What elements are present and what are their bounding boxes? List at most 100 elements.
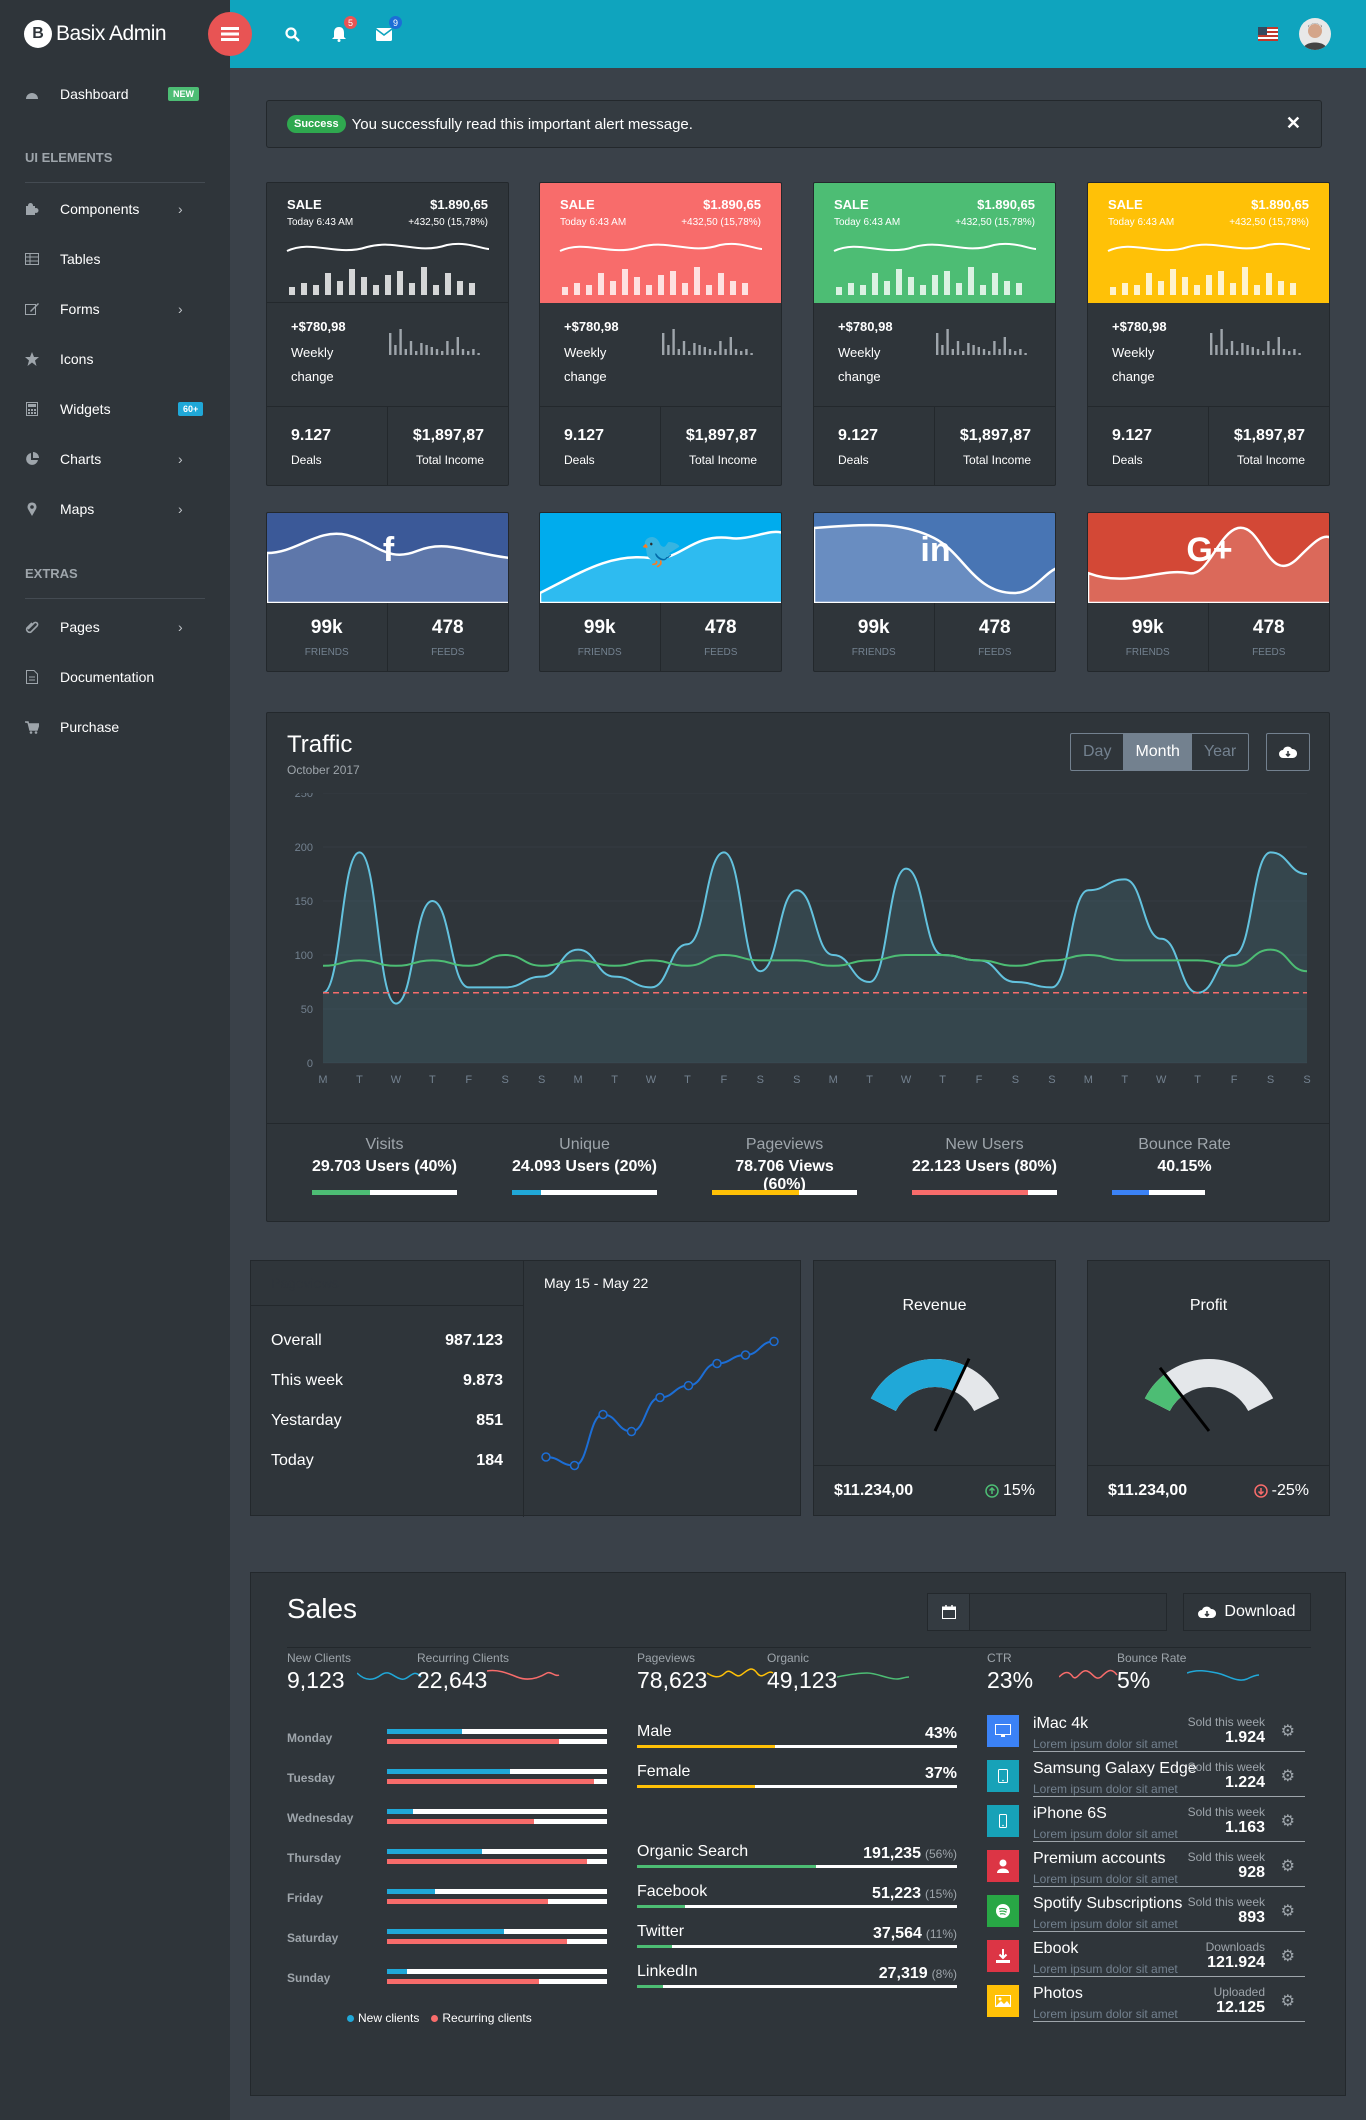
range-day-button[interactable]: Day: [1071, 734, 1123, 770]
bar: [932, 275, 938, 295]
pageviews-row: Yestarday 851: [271, 1401, 503, 1441]
language-flag-icon[interactable]: [1258, 27, 1278, 41]
map-marker-icon: [24, 501, 40, 517]
twitter-icon[interactable]: 🐦: [540, 531, 781, 571]
new-clients-bar: [387, 1969, 607, 1974]
income-value: $1,897,87: [1233, 427, 1305, 444]
bar: [469, 283, 475, 295]
sidebar-item-components[interactable]: Components ›: [0, 185, 230, 233]
weekly-label: Weekly change: [564, 345, 607, 384]
bar: [920, 285, 926, 295]
sidebar-item-documentation[interactable]: Documentation: [0, 653, 230, 701]
date-picker[interactable]: [927, 1593, 1167, 1631]
bar: [456, 337, 459, 355]
product-row[interactable]: Photos Lorem ipsum dolor sit amet Upload…: [987, 1983, 1307, 2027]
gear-icon[interactable]: ⚙: [1281, 1811, 1295, 1831]
row-value: 37,564: [872, 1925, 922, 1942]
stat-label: New Users: [945, 1136, 1024, 1153]
facebook-icon[interactable]: f: [267, 531, 508, 570]
search-icon[interactable]: [280, 22, 304, 46]
product-name: iMac 4k: [1033, 1715, 1089, 1732]
progress-fill: [637, 1945, 673, 1948]
progress-fill: [637, 1745, 775, 1748]
x-tick-label: S: [793, 1074, 800, 1086]
sidebar-item-icons[interactable]: Icons: [0, 335, 230, 383]
bar: [1262, 351, 1265, 355]
bar: [740, 351, 743, 355]
mail-icon[interactable]: 9: [372, 16, 402, 46]
gear-icon[interactable]: ⚙: [1281, 1946, 1295, 1966]
bar: [884, 281, 890, 295]
product-row[interactable]: Samsung Galaxy Edge Lorem ipsum dolor si…: [987, 1758, 1307, 1802]
close-icon[interactable]: ✕: [1286, 113, 1301, 134]
sidebar-item-forms[interactable]: Forms ›: [0, 285, 230, 333]
section-extras: EXTRAS: [25, 566, 78, 581]
gear-icon[interactable]: ⚙: [1281, 1991, 1295, 2011]
feeds-label: FEEDS: [978, 647, 1012, 658]
product-name: Ebook: [1033, 1940, 1079, 1957]
gear-icon[interactable]: ⚙: [1281, 1901, 1295, 1921]
product-meta: Sold this week: [1187, 1850, 1265, 1864]
bar: [1220, 329, 1223, 355]
day-label: Thursday: [287, 1851, 342, 1865]
product-row[interactable]: iPhone 6S Lorem ipsum dolor sit amet Sol…: [987, 1803, 1307, 1847]
bar: [457, 281, 463, 295]
sidebar-item-dashboard[interactable]: Dashboard NEW: [0, 70, 230, 118]
sidebar-item-purchase[interactable]: Purchase: [0, 703, 230, 751]
google-plus-icon[interactable]: G+: [1088, 531, 1329, 570]
product-row[interactable]: Ebook Lorem ipsum dolor sit amet Downloa…: [987, 1938, 1307, 1982]
sidebar-toggle-button[interactable]: [208, 12, 252, 56]
bar: [1215, 345, 1218, 355]
range-month-button[interactable]: Month: [1123, 734, 1192, 770]
date-input[interactable]: [970, 1594, 1166, 1630]
bell-icon[interactable]: 5: [327, 16, 357, 46]
sidebar-item-charts[interactable]: Charts ›: [0, 435, 230, 483]
sparkline-path: [286, 242, 490, 252]
bar: [1242, 267, 1248, 295]
bar: [361, 277, 367, 295]
gear-icon[interactable]: ⚙: [1281, 1721, 1295, 1741]
cloud-download-button[interactable]: [1266, 733, 1310, 771]
progress-fill: [1112, 1190, 1150, 1195]
bar: [337, 281, 343, 295]
bar-fill: [387, 1739, 559, 1744]
download-button[interactable]: Download: [1183, 1593, 1311, 1631]
linkedin-icon[interactable]: in: [814, 531, 1055, 570]
bar: [1218, 271, 1224, 295]
bar: [1282, 349, 1286, 355]
sidebar-item-pages[interactable]: Pages ›: [0, 603, 230, 651]
bar: [992, 273, 998, 295]
sale-sparkline: [286, 242, 490, 295]
product-row[interactable]: iMac 4k Lorem ipsum dolor sit amet Sold …: [987, 1713, 1307, 1757]
sidebar-item-tables[interactable]: Tables: [0, 235, 230, 283]
bar: [956, 341, 960, 355]
bar: [719, 341, 722, 355]
tablet-icon: [987, 1760, 1019, 1792]
count-badge: 60+: [178, 402, 204, 416]
row-label: LinkedIn: [637, 1963, 698, 1980]
bar: [698, 345, 701, 355]
day-row: Sunday: [287, 1965, 607, 2005]
bar: [718, 273, 724, 295]
feeds-value: 478: [978, 617, 1011, 638]
recurring-clients-bar: [387, 1739, 607, 1744]
progress-fill: [637, 1785, 756, 1788]
bar: [988, 351, 991, 355]
sale-amount: $1.890,65: [977, 197, 1035, 212]
bar: [425, 345, 428, 355]
product-row[interactable]: Spotify Subscriptions Lorem ipsum dolor …: [987, 1893, 1307, 1937]
new-clients-bar: [387, 1809, 607, 1814]
gear-icon[interactable]: ⚙: [1281, 1856, 1295, 1876]
gear-icon[interactable]: ⚙: [1281, 1766, 1295, 1786]
product-row[interactable]: Premium accounts Lorem ipsum dolor sit a…: [987, 1848, 1307, 1892]
sidebar-item-widgets[interactable]: Widgets 60+: [0, 385, 230, 433]
data-point: [655, 1392, 665, 1403]
sidebar-item-maps[interactable]: Maps ›: [0, 485, 230, 533]
brand[interactable]: B Basix Admin: [0, 0, 230, 68]
bar: [1230, 283, 1236, 295]
user-avatar[interactable]: [1299, 18, 1331, 50]
stat-progress: [312, 1190, 457, 1195]
range-year-button[interactable]: Year: [1192, 734, 1248, 770]
calendar-icon[interactable]: [928, 1594, 970, 1630]
chevron-right-icon: ›: [178, 301, 183, 317]
